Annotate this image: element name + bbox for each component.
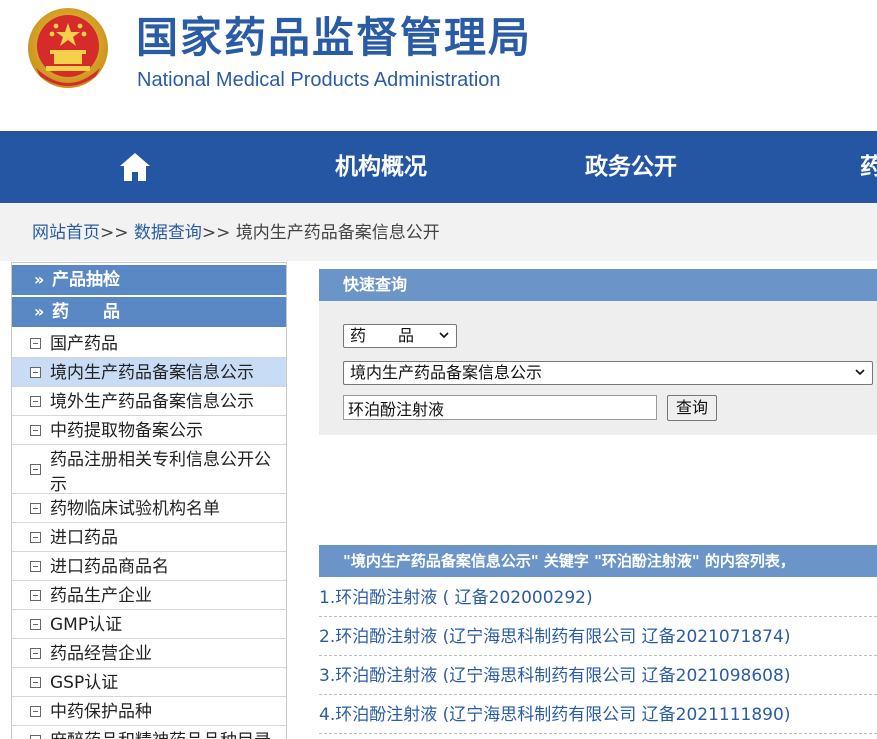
breadcrumb-current: 境内生产药品备案信息公开 (235, 223, 440, 243)
quick-query-header: 快速查询 (319, 269, 877, 301)
breadcrumb-separator: >> (201, 223, 231, 243)
sidebar-section-drugs[interactable]: » 药 品 (12, 297, 286, 327)
site-header: 国家药品监督管理局 National Medical Products Admi… (0, 0, 877, 131)
quick-query-panel: 快速查询 药 品 境内生产药品备案信息公示 查询 (319, 269, 877, 435)
result-row: 3.环泊酚注射液 (辽宁海思科制药有限公司 辽备2021098608) (319, 656, 877, 695)
search-input[interactable] (344, 396, 656, 419)
result-link[interactable]: 3.环泊酚注射液 (辽宁海思科制药有限公司 辽备2021098608) (319, 665, 790, 687)
sidebar-item-tcm-extract[interactable]: 中药提取物备案公示 (12, 416, 286, 445)
subcategory-select[interactable]: 境内生产药品备案信息公示 (343, 361, 873, 385)
sidebar-item-label: GMP认证 (50, 615, 123, 635)
sidebar-item-domestic-drugs[interactable]: 国产药品 (12, 329, 286, 358)
chevron-down-icon (855, 369, 865, 375)
collapse-box-icon (30, 677, 41, 688)
main-nav: 机构概况 政务公开 药 (0, 131, 877, 203)
collapse-box-icon (30, 367, 41, 378)
sidebar-item-narcotic-catalog[interactable]: 麻醉药品和精神药品品种目录 (12, 726, 286, 739)
sidebar-item-gsp[interactable]: GSP认证 (12, 668, 286, 697)
national-emblem-logo[interactable] (24, 6, 112, 92)
sidebar-item-label: 药物临床试验机构名单 (50, 499, 220, 519)
search-input-wrapper (343, 395, 657, 420)
sidebar-section-label: 药 品 (52, 302, 120, 322)
sidebar-item-clinical-trial-institutions[interactable]: 药物临床试验机构名单 (12, 494, 286, 523)
collapse-box-icon (30, 396, 41, 407)
result-link[interactable]: 1.环泊酚注射液 ( 辽备202000292) (319, 587, 593, 609)
result-row: 2.环泊酚注射液 (辽宁海思科制药有限公司 辽备2021071874) (319, 617, 877, 656)
breadcrumb: 网站首页>> 数据查询>> 境内生产药品备案信息公开 (0, 203, 877, 261)
nav-item-org-overview[interactable]: 机构概况 (335, 131, 427, 203)
collapse-box-icon (30, 425, 41, 436)
sidebar-item-tcm-protected[interactable]: 中药保护品种 (12, 697, 286, 726)
sidebar-item-label: 进口药品商品名 (50, 557, 169, 577)
sidebar-item-label: GSP认证 (50, 673, 119, 693)
nav-item-government-affairs[interactable]: 政务公开 (585, 131, 677, 203)
sidebar-item-gmp[interactable]: GMP认证 (12, 610, 286, 639)
sidebar: » 产品抽检 » 药 品 国产药品 境内生产药品备案信息公示 境外生产药品备案信… (11, 262, 287, 739)
category-select[interactable]: 药 品 (343, 324, 457, 348)
site-title-chinese: 国家药品监督管理局 (136, 13, 533, 62)
results-heading-text: "境内生产药品备案信息公示" 关键字 "环泊酚注射液" 的内容列表， (343, 552, 795, 570)
quick-query-title: 快速查询 (343, 275, 408, 294)
collapse-box-icon (30, 532, 41, 543)
sidebar-item-label: 境内生产药品备案信息公示 (50, 363, 254, 383)
sidebar-item-label: 进口药品 (50, 528, 118, 548)
sidebar-item-domestic-filing[interactable]: 境内生产药品备案信息公示 (12, 358, 286, 387)
sidebar-item-imported-trade-names[interactable]: 进口药品商品名 (12, 552, 286, 581)
result-link[interactable]: 4.环泊酚注射液 (辽宁海思科制药有限公司 辽备2021111890) (319, 704, 790, 726)
double-chevron-right-icon: » (34, 302, 45, 321)
sidebar-section-label: 产品抽检 (52, 270, 120, 290)
breadcrumb-separator: >> (100, 223, 129, 243)
nav-item-drugs[interactable]: 药 (860, 131, 877, 203)
sidebar-item-manufacturers[interactable]: 药品生产企业 (12, 581, 286, 610)
collapse-box-icon (30, 706, 41, 717)
category-select-value: 药 品 (350, 326, 415, 345)
site-title-english: National Medical Products Administration (137, 69, 501, 91)
sidebar-item-overseas-filing[interactable]: 境外生产药品备案信息公示 (12, 387, 286, 416)
breadcrumb-data-query-link[interactable]: 数据查询 (134, 223, 202, 243)
result-row: 1.环泊酚注射液 ( 辽备202000292) (319, 578, 877, 617)
sidebar-item-label: 药品生产企业 (50, 586, 152, 606)
sidebar-item-label: 中药保护品种 (50, 702, 152, 722)
sidebar-item-label: 国产药品 (50, 334, 118, 354)
result-row: 4.环泊酚注射液 (辽宁海思科制药有限公司 辽备2021111890) (319, 695, 877, 734)
sidebar-item-imported-drugs[interactable]: 进口药品 (12, 523, 286, 552)
chevron-down-icon (439, 332, 449, 338)
collapse-box-icon (30, 503, 41, 514)
collapse-box-icon (30, 619, 41, 630)
home-icon[interactable] (118, 151, 152, 183)
collapse-box-icon (30, 590, 41, 601)
search-button[interactable]: 查询 (667, 395, 717, 421)
double-chevron-right-icon: » (34, 270, 45, 289)
sidebar-item-distributors[interactable]: 药品经营企业 (12, 639, 286, 668)
results-header: "境内生产药品备案信息公示" 关键字 "环泊酚注射液" 的内容列表， (319, 545, 877, 577)
result-link[interactable]: 2.环泊酚注射液 (辽宁海思科制药有限公司 辽备2021071874) (319, 626, 790, 648)
collapse-box-icon (30, 735, 41, 739)
collapse-box-icon (30, 464, 41, 475)
sidebar-item-label: 药品经营企业 (50, 644, 152, 664)
sidebar-item-label: 中药提取物备案公示 (50, 421, 203, 441)
sidebar-section-product-sampling[interactable]: » 产品抽检 (12, 265, 286, 295)
sidebar-item-patent-info[interactable]: 药品注册相关专利信息公开公示 (12, 445, 286, 495)
collapse-box-icon (30, 338, 41, 349)
sidebar-item-label: 药品注册相关专利信息公开公示 (50, 450, 271, 495)
collapse-box-icon (30, 561, 41, 572)
subcategory-select-value: 境内生产药品备案信息公示 (350, 363, 543, 382)
collapse-box-icon (30, 648, 41, 659)
sidebar-item-label: 境外生产药品备案信息公示 (50, 392, 254, 412)
breadcrumb-home-link[interactable]: 网站首页 (32, 223, 100, 243)
